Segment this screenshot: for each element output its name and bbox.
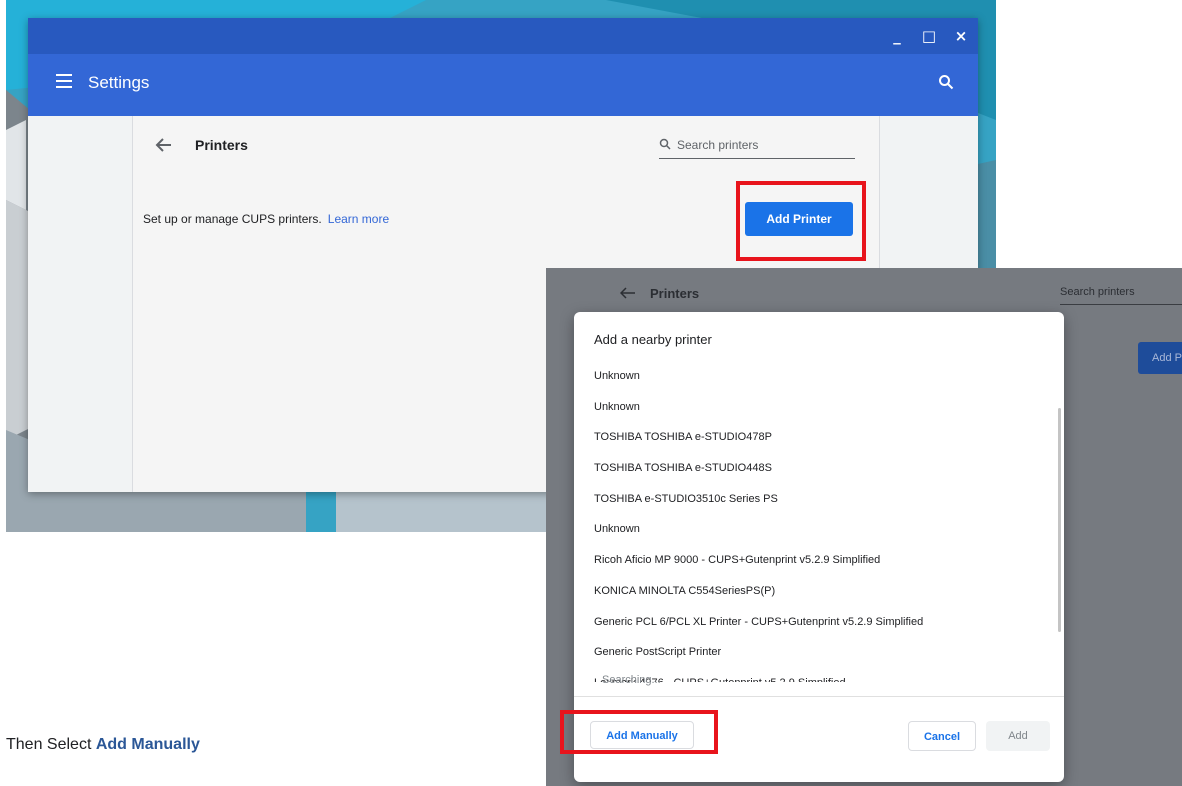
description-text: Set up or manage CUPS printers. <box>143 212 322 226</box>
background-page-title: Printers <box>650 286 700 301</box>
search-placeholder: Search printers <box>677 138 759 152</box>
cancel-button[interactable]: Cancel <box>908 721 976 751</box>
back-arrow-icon <box>620 287 635 299</box>
printer-list-item[interactable]: Generic PostScript Printer <box>594 642 1054 673</box>
background-search-placeholder: Search printers <box>1060 286 1135 298</box>
highlight-box-add-manually <box>560 710 718 754</box>
printer-list-item[interactable]: Unknown <box>594 519 1054 550</box>
minimize-icon[interactable]: _ <box>886 26 908 46</box>
printer-list-item[interactable]: Unknown <box>594 397 1054 428</box>
printer-list-item[interactable]: Lexmark 4076 - CUPS+Gutenprint v5.2.9 Si… <box>594 673 1054 682</box>
window-titlebar: _ □ × <box>28 18 978 54</box>
instruction-caption: Then Select Add Manually <box>6 736 200 754</box>
page-title: Printers <box>195 137 248 153</box>
close-icon[interactable]: × <box>950 26 972 46</box>
list-scrollbar[interactable] <box>1058 408 1061 632</box>
printer-list-item[interactable]: TOSHIBA TOSHIBA e-STUDIO478P <box>594 427 1054 458</box>
add-button[interactable]: Add <box>986 721 1050 751</box>
app-title: Settings <box>88 73 150 92</box>
printer-list-item[interactable]: Ricoh Aficio MP 9000 - CUPS+Gutenprint v… <box>594 550 1054 581</box>
search-printers-input[interactable]: Search printers <box>659 134 855 159</box>
maximize-icon[interactable]: □ <box>918 26 940 46</box>
background-search-field: Search printers <box>1060 286 1182 305</box>
dialog-title: Add a nearby printer <box>594 332 712 347</box>
printer-list-item[interactable]: TOSHIBA TOSHIBA e-STUDIO448S <box>594 458 1054 489</box>
searching-status: Searching... <box>602 674 661 686</box>
caption-emphasis: Add Manually <box>95 736 200 753</box>
printer-list-item[interactable]: KONICA MINOLTA C554SeriesPS(P) <box>594 581 1054 612</box>
caption-prefix: Then Select <box>6 736 92 753</box>
settings-app-bar: Settings <box>28 54 978 116</box>
back-arrow-icon[interactable] <box>155 136 173 154</box>
menu-icon[interactable] <box>56 74 72 88</box>
search-icon[interactable] <box>938 74 954 90</box>
highlight-box-add-printer <box>736 181 866 261</box>
search-icon <box>659 138 671 150</box>
cups-description: Set up or manage CUPS printers. Learn mor… <box>143 212 389 226</box>
learn-more-link[interactable]: Learn more <box>328 212 389 226</box>
printer-list-item[interactable]: TOSHIBA e-STUDIO3510c Series PS <box>594 489 1054 520</box>
printer-list-item[interactable]: Generic PCL 6/PCL XL Printer - CUPS+Gute… <box>594 612 1054 643</box>
printer-list-item[interactable]: Unknown <box>594 366 1054 397</box>
dialog-screenshot: Printers Search printers Add P Add a nea… <box>546 268 1182 786</box>
printer-list: Unknown Unknown TOSHIBA TOSHIBA e-STUDIO… <box>594 366 1054 682</box>
background-add-printer-button: Add P <box>1138 342 1182 374</box>
dialog-divider <box>574 696 1064 697</box>
